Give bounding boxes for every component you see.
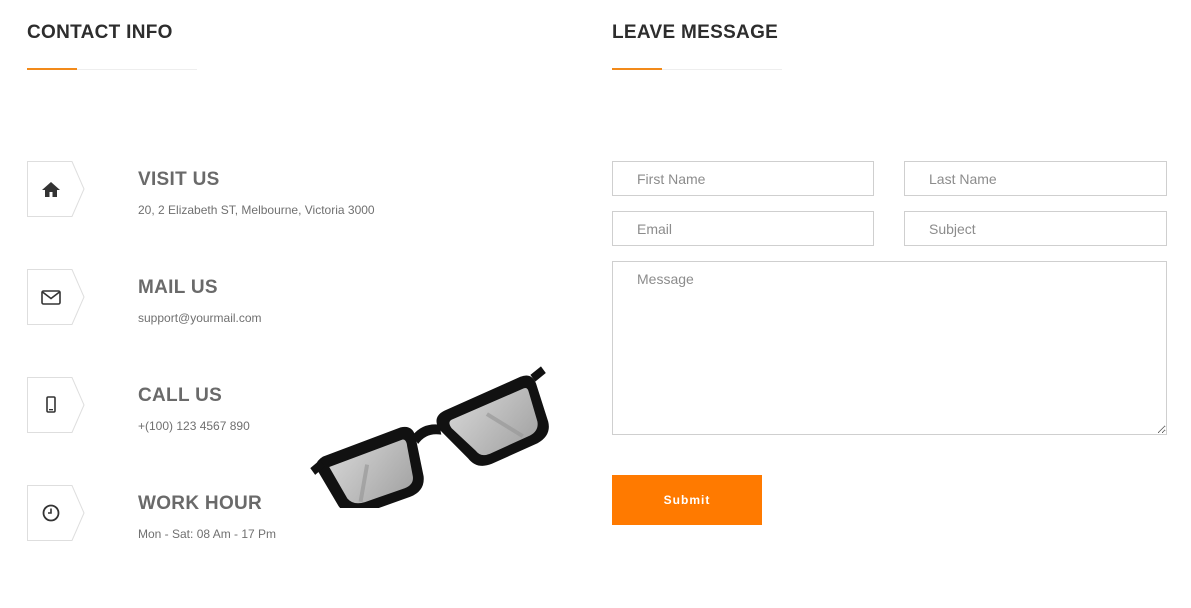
hours-text: Mon - Sat: 08 Am - 17 Pm: [138, 527, 277, 541]
icon-badge: [27, 161, 85, 217]
contact-info-title: CONTACT INFO: [27, 22, 173, 43]
divider-accent: [27, 68, 77, 70]
submit-button[interactable]: Submit: [612, 475, 762, 525]
home-icon: [42, 182, 60, 197]
contact-item-mail: MAIL US support@yourmail.com: [27, 269, 567, 325]
mobile-phone-icon: [46, 396, 56, 413]
leave-message-title: LEAVE MESSAGE: [612, 22, 779, 43]
clock-icon: [42, 504, 60, 522]
contact-item-visit: VISIT US 20, 2 Elizabeth ST, Melbourne, …: [27, 161, 567, 217]
leave-message-divider: [612, 68, 782, 70]
contact-info-divider: [27, 68, 197, 70]
visit-us-title: VISIT US: [138, 169, 220, 190]
call-us-title: CALL US: [138, 385, 223, 406]
mail-us-title: MAIL US: [138, 277, 218, 298]
icon-badge: [27, 485, 85, 541]
icon-badge: [27, 377, 85, 433]
divider-accent: [612, 68, 662, 70]
email-text: support@yourmail.com: [138, 311, 262, 325]
subject-input[interactable]: [904, 211, 1167, 246]
message-textarea[interactable]: [612, 261, 1167, 435]
icon-badge: [27, 269, 85, 325]
last-name-input[interactable]: [904, 161, 1167, 196]
envelope-icon: [41, 290, 61, 305]
phone-text: +(100) 123 4567 890: [138, 419, 250, 433]
first-name-input[interactable]: [612, 161, 874, 196]
email-input[interactable]: [612, 211, 874, 246]
eyeglasses-image: [310, 366, 549, 508]
address-text: 20, 2 Elizabeth ST, Melbourne, Victoria …: [138, 203, 375, 217]
work-hour-title: WORK HOUR: [138, 493, 263, 514]
